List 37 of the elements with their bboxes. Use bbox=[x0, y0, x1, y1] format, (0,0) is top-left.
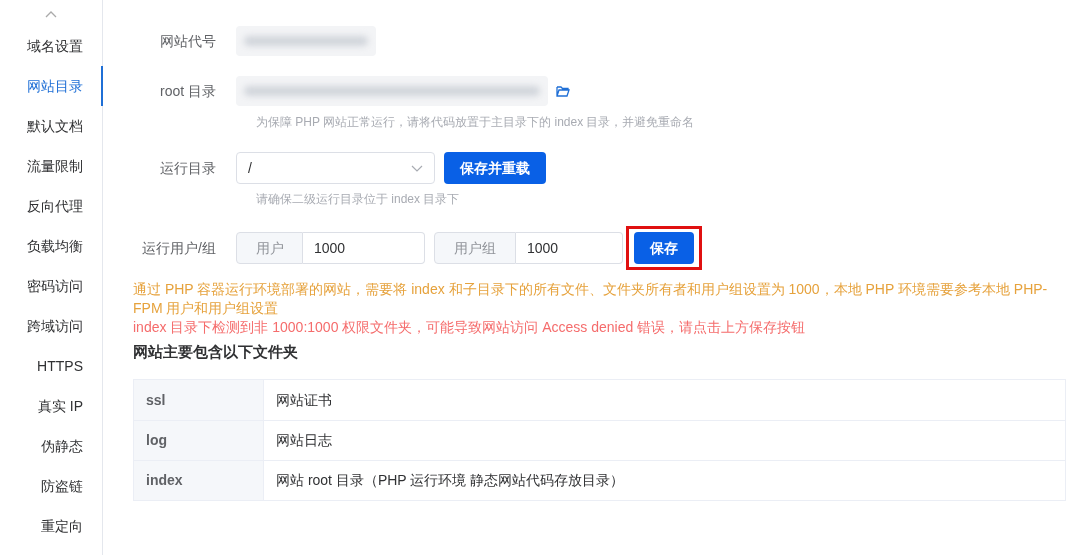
folder-name-cell: log bbox=[134, 421, 264, 460]
folder-name-cell: index bbox=[134, 461, 264, 500]
sidebar-item[interactable]: HTTPS bbox=[1, 346, 103, 386]
notice-text: 通过 PHP 容器运行环境部署的网站，需要将 index 和子目录下的所有文件、文件夹所有者和用户组设置为 1000，本地 PHP 环境需要参考本地 PHP-FPM 用户和用户组设置 bbox=[133, 280, 1049, 318]
sidebar-item[interactable]: 跨域访问 bbox=[1, 306, 103, 346]
chevron-down-icon bbox=[411, 164, 423, 172]
sidebar-item[interactable]: 反向代理 bbox=[1, 186, 103, 226]
directory-select[interactable]: / bbox=[236, 152, 435, 184]
hint-text: 为保障 PHP 网站正常运行，请将代码放置于主目录下的 index 目录，并避免重命名 bbox=[256, 114, 696, 131]
sidebar-item[interactable]: 防盗链 bbox=[1, 466, 103, 506]
save-button[interactable]: 保存 bbox=[634, 232, 694, 264]
sidebar-item[interactable]: 默认文档 bbox=[1, 106, 103, 146]
notice-text: index 目录下检测到非 1000:1000 权限文件夹，可能导致网站访问 Access denied 错误，请点击上方保存按钮 bbox=[133, 318, 807, 337]
folder-description-cell-text: 网站证书 bbox=[275, 390, 333, 410]
sidebar-item[interactable]: 流量限制 bbox=[1, 146, 103, 186]
group-input[interactable]: 1000 bbox=[516, 232, 623, 264]
sidebar-item[interactable]: 负载均衡 bbox=[1, 226, 103, 266]
input-addon: 用户组 bbox=[434, 232, 516, 264]
folder-description-cell-text: 网站日志 bbox=[275, 431, 333, 450]
sidebar-item[interactable]: 伪静态 bbox=[1, 426, 103, 466]
section-title: 网站主要包含以下文件夹 bbox=[133, 342, 299, 362]
sidebar-item[interactable]: 重定向 bbox=[1, 506, 103, 546]
field-label: root 目录 bbox=[159, 81, 217, 101]
sidebar-item[interactable]: 密码访问 bbox=[1, 266, 103, 306]
hint-text: 请确保二级运行目录位于 index 目录下 bbox=[256, 191, 461, 208]
user-input[interactable]: 1000 bbox=[303, 232, 425, 264]
sidebar-item[interactable]: 真实 IP bbox=[1, 386, 103, 426]
folder-description-cell-text: 网站 root 目录（PHP 运行环境 静态网站代码存放目录） bbox=[275, 471, 626, 490]
field-label: 网站代号 bbox=[159, 31, 217, 51]
folder-name-cell: ssl bbox=[134, 380, 264, 420]
sidebar-item[interactable]: 域名设置 bbox=[1, 26, 103, 66]
field-label: 运行目录 bbox=[159, 158, 217, 178]
field-label: 运行用户/组 bbox=[141, 238, 217, 258]
folder-icon[interactable] bbox=[556, 85, 570, 97]
save-reload-button[interactable]: 保存并重载 bbox=[444, 152, 546, 184]
input-addon: 用户 bbox=[236, 232, 303, 264]
sidebar-item[interactable]: 网站目录 bbox=[1, 66, 103, 106]
